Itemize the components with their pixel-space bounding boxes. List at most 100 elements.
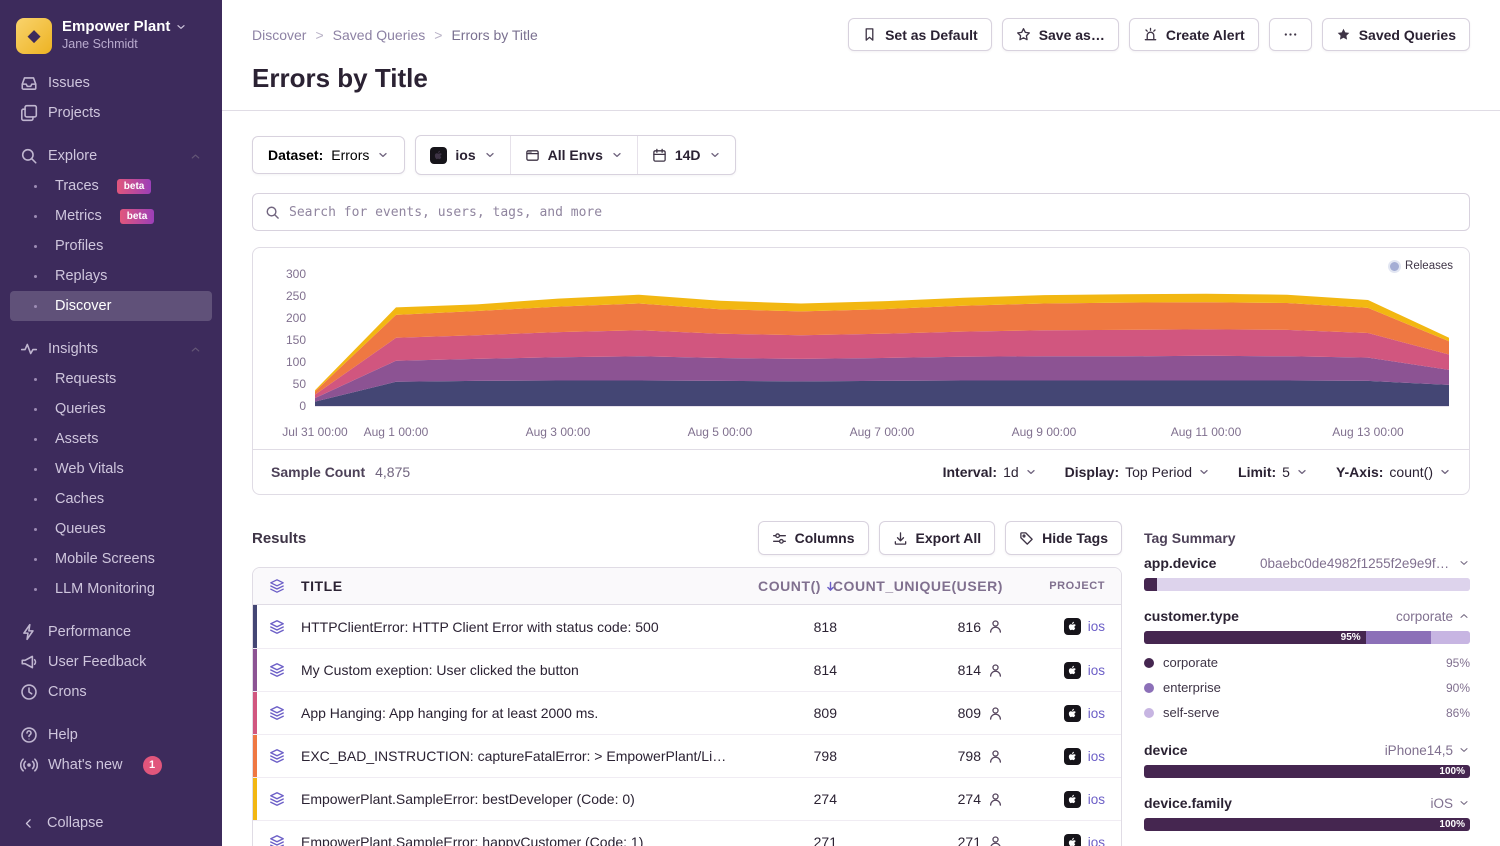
header-actions: Set as Default Save as… Create Alert bbox=[848, 18, 1470, 51]
tag-value-row[interactable]: corporate95% bbox=[1144, 650, 1470, 675]
date-range-filter[interactable]: 14D bbox=[637, 136, 735, 174]
chevron-down-icon bbox=[1458, 557, 1470, 569]
event-stack-cell[interactable] bbox=[253, 834, 301, 846]
crons-icon bbox=[20, 683, 38, 701]
columns-button[interactable]: Columns bbox=[758, 521, 869, 555]
sidebar-item-help[interactable]: Help bbox=[10, 720, 212, 750]
sidebar-item-user-feedback[interactable]: User Feedback bbox=[10, 647, 212, 677]
sidebar-item-llm-monitoring[interactable]: LLM Monitoring bbox=[10, 574, 212, 604]
event-title-link[interactable]: EmpowerPlant.SampleError: happyCustomer … bbox=[301, 834, 745, 846]
project-cell[interactable]: ios bbox=[1009, 791, 1121, 808]
tag-value-row[interactable]: self-serve86% bbox=[1144, 700, 1470, 725]
sidebar-item-crons[interactable]: Crons bbox=[10, 677, 212, 707]
export-all-button[interactable]: Export All bbox=[879, 521, 996, 555]
project-link[interactable]: ios bbox=[1088, 706, 1105, 721]
chart-legend[interactable]: Releases bbox=[1390, 260, 1453, 272]
saved-queries-button[interactable]: Saved Queries bbox=[1322, 18, 1470, 51]
event-stack-cell[interactable] bbox=[253, 619, 301, 635]
set-as-default-button[interactable]: Set as Default bbox=[848, 18, 992, 51]
sidebar-item-mobile-screens[interactable]: Mobile Screens bbox=[10, 544, 212, 574]
bullet-dot bbox=[34, 245, 37, 248]
sidebar-item-issues[interactable]: Issues bbox=[10, 68, 212, 98]
sidebar-item-what-s-new[interactable]: What's new1 bbox=[10, 750, 212, 780]
event-stack-cell[interactable] bbox=[253, 705, 301, 721]
event-title-link[interactable]: HTTPClientError: HTTP Client Error with … bbox=[301, 619, 745, 635]
event-title-link[interactable]: EXC_BAD_INSTRUCTION: captureFatalError: … bbox=[301, 748, 745, 764]
sidebar-item-queries[interactable]: Queries bbox=[10, 394, 212, 424]
column-header-count[interactable]: COUNT() bbox=[745, 578, 837, 594]
sidebar-item-queues[interactable]: Queues bbox=[10, 514, 212, 544]
events-stacked-area-chart[interactable]: 050100150200250300Jul 31 00:00Aug 1 00:0… bbox=[269, 258, 1453, 444]
project-link[interactable]: ios bbox=[1088, 835, 1105, 846]
svg-text:100: 100 bbox=[286, 355, 306, 369]
svg-text:50: 50 bbox=[293, 377, 307, 391]
event-stack-cell[interactable] bbox=[253, 791, 301, 807]
project-link[interactable]: ios bbox=[1088, 792, 1105, 807]
chevron-down-icon bbox=[1458, 797, 1470, 809]
column-header-unique[interactable]: COUNT_UNIQUE(USER) bbox=[837, 578, 1009, 594]
interval-selector[interactable]: Interval: 1d bbox=[943, 464, 1037, 480]
sidebar-item-performance[interactable]: Performance bbox=[10, 617, 212, 647]
tag-value-toggle[interactable]: iOS bbox=[1430, 796, 1470, 811]
dataset-selector[interactable]: Dataset: Errors bbox=[252, 136, 405, 174]
series-color-bar bbox=[253, 735, 257, 777]
sidebar-item-assets[interactable]: Assets bbox=[10, 424, 212, 454]
display-selector[interactable]: Display: Top Period bbox=[1065, 464, 1210, 480]
collapse-button[interactable]: Collapse bbox=[0, 800, 222, 846]
event-title-link[interactable]: My Custom exeption: User clicked the but… bbox=[301, 662, 745, 678]
project-filter[interactable]: ios bbox=[416, 136, 509, 174]
more-options-button[interactable] bbox=[1269, 18, 1312, 51]
create-alert-button[interactable]: Create Alert bbox=[1129, 18, 1259, 51]
series-color-bar bbox=[253, 649, 257, 691]
filter-bar: Dataset: Errors ios All Envs bbox=[252, 135, 1470, 175]
interval-label: Interval: bbox=[943, 464, 997, 480]
ios-platform-icon bbox=[1064, 705, 1081, 722]
event-title-link[interactable]: App Hanging: App hanging for at least 20… bbox=[301, 705, 745, 721]
tag-bar-segment: 95% bbox=[1144, 631, 1366, 644]
count-header-label: COUNT() bbox=[758, 578, 821, 594]
sidebar-item-metrics[interactable]: Metricsbeta bbox=[10, 201, 212, 231]
event-stack-cell[interactable] bbox=[253, 662, 301, 678]
project-link[interactable]: ios bbox=[1088, 663, 1105, 678]
tag-value-toggle[interactable]: 0baebc0de4982f1255f2e9e9fb7… bbox=[1260, 556, 1470, 571]
sidebar-item-requests[interactable]: Requests bbox=[10, 364, 212, 394]
sidebar-item-replays[interactable]: Replays bbox=[10, 261, 212, 291]
svg-text:150: 150 bbox=[286, 333, 306, 347]
breadcrumb-saved-queries[interactable]: Saved Queries bbox=[333, 27, 426, 43]
project-cell[interactable]: ios bbox=[1009, 748, 1121, 765]
tag-value-toggle[interactable]: iPhone14,5 bbox=[1385, 743, 1470, 758]
sidebar-item-projects[interactable]: Projects bbox=[10, 98, 212, 128]
project-link[interactable]: ios bbox=[1088, 619, 1105, 634]
tag-value-toggle[interactable]: corporate bbox=[1396, 609, 1470, 624]
project-cell[interactable]: ios bbox=[1009, 662, 1121, 679]
count-unique-cell: 274 bbox=[837, 791, 1009, 807]
sidebar-section-insights[interactable]: Insights bbox=[10, 334, 212, 364]
event-title-link[interactable]: EmpowerPlant.SampleError: bestDeveloper … bbox=[301, 791, 745, 807]
sidebar-item-traces[interactable]: Tracesbeta bbox=[10, 171, 212, 201]
project-cell[interactable]: ios bbox=[1009, 834, 1121, 846]
column-header-project[interactable]: PROJECT bbox=[1009, 580, 1121, 592]
breadcrumb-discover[interactable]: Discover bbox=[252, 27, 306, 43]
sidebar-section-explore[interactable]: Explore bbox=[10, 141, 212, 171]
stack-icon bbox=[269, 662, 285, 678]
tag-value-row[interactable]: enterprise90% bbox=[1144, 675, 1470, 700]
sidebar-item-discover[interactable]: Discover bbox=[10, 291, 212, 321]
series-color-bar bbox=[253, 778, 257, 820]
project-cell[interactable]: ios bbox=[1009, 705, 1121, 722]
limit-selector[interactable]: Limit: 5 bbox=[1238, 464, 1308, 480]
sidebar-item-profiles[interactable]: Profiles bbox=[10, 231, 212, 261]
count-cell: 274 bbox=[745, 791, 837, 807]
sidebar-item-caches[interactable]: Caches bbox=[10, 484, 212, 514]
hide-tags-button[interactable]: Hide Tags bbox=[1005, 521, 1122, 555]
column-header-title[interactable]: TITLE bbox=[301, 578, 745, 594]
search-input[interactable] bbox=[289, 205, 1457, 220]
yaxis-selector[interactable]: Y-Axis: count() bbox=[1336, 464, 1451, 480]
svg-text:200: 200 bbox=[286, 311, 306, 325]
project-cell[interactable]: ios bbox=[1009, 618, 1121, 635]
event-stack-cell[interactable] bbox=[253, 748, 301, 764]
environment-filter[interactable]: All Envs bbox=[510, 136, 637, 174]
project-link[interactable]: ios bbox=[1088, 749, 1105, 764]
save-as-button[interactable]: Save as… bbox=[1002, 18, 1119, 51]
org-switcher[interactable]: ◆ Empower Plant Jane Schmidt bbox=[0, 12, 222, 66]
sidebar-item-web-vitals[interactable]: Web Vitals bbox=[10, 454, 212, 484]
